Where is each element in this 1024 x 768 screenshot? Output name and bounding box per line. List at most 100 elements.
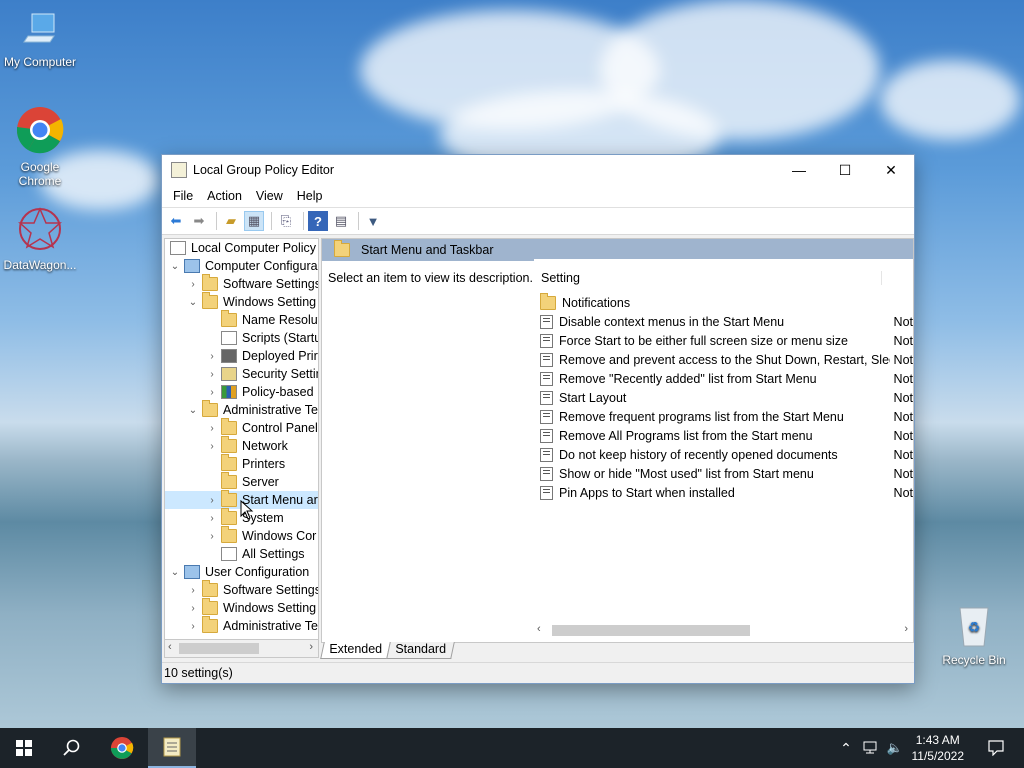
chevron-down-icon[interactable]: ⌄ — [169, 567, 181, 578]
network-icon[interactable] — [860, 728, 882, 768]
tab-standard[interactable]: Standard — [386, 642, 455, 659]
desktop-icon-datawagon[interactable]: DataWagon... — [0, 205, 80, 272]
scroll-right-icon[interactable]: › — [309, 641, 313, 653]
up-folder-icon[interactable]: ▰ — [221, 211, 241, 231]
notification-icon[interactable] — [976, 728, 1016, 768]
chevron-right-icon[interactable]: › — [187, 279, 199, 290]
column-header[interactable]: Setting — [534, 267, 913, 289]
windows-start-icon[interactable] — [0, 728, 48, 768]
chevron-down-icon[interactable]: ⌄ — [187, 297, 199, 308]
clock[interactable]: 1:43 AM 11/5/2022 — [912, 732, 965, 764]
tree-item[interactable]: › Windows Setting — [165, 598, 318, 617]
chevron-right-icon[interactable]: › — [206, 531, 218, 542]
list-item[interactable]: Remove and prevent access to the Shut Do… — [534, 350, 913, 369]
column-header-setting[interactable]: Setting — [534, 271, 882, 285]
chrome-icon[interactable] — [98, 728, 146, 768]
properties-icon[interactable]: ▤ — [331, 211, 351, 231]
clock-date: 11/5/2022 — [911, 749, 965, 763]
list-item[interactable]: Do not keep history of recently opened d… — [534, 445, 913, 464]
desktop-icon-recycle-bin[interactable]: ♻ Recycle Bin — [934, 600, 1014, 667]
tree-item[interactable]: › Control Panel — [165, 418, 318, 437]
export-list-icon[interactable]: ⎘ — [276, 211, 296, 231]
settings-list[interactable]: Setting Notifications Disable context me… — [534, 259, 913, 642]
chevron-down-icon[interactable]: ⌄ — [187, 405, 199, 416]
title-bar[interactable]: Local Group Policy Editor — ☐ ✕ — [162, 155, 914, 185]
scroll-thumb[interactable] — [179, 643, 259, 654]
minimize-button[interactable]: — — [776, 155, 822, 185]
forward-icon[interactable]: ➡ — [189, 211, 209, 231]
list-item[interactable]: Disable context menus in the Start Menu N… — [534, 312, 913, 331]
volume-icon[interactable]: 🔈 — [884, 728, 906, 768]
chevron-right-icon[interactable]: › — [206, 387, 218, 398]
chevron-right-icon[interactable]: › — [206, 423, 218, 434]
scroll-left-icon[interactable]: ‹ — [537, 623, 541, 635]
menu-file[interactable]: File — [166, 189, 200, 203]
tree-item[interactable]: Server — [165, 472, 318, 491]
list-item[interactable]: Show or hide "Most used" list from Start… — [534, 464, 913, 483]
scroll-left-icon[interactable]: ‹ — [168, 641, 172, 653]
chevron-down-icon[interactable]: ⌄ — [169, 261, 181, 272]
list-item[interactable]: Pin Apps to Start when installed Not — [534, 483, 913, 502]
scroll-right-icon[interactable]: › — [904, 623, 908, 635]
chevron-right-icon[interactable]: › — [206, 351, 218, 362]
tree-item[interactable]: All Settings — [165, 545, 318, 563]
tree-horizontal-scrollbar[interactable]: ‹ › — [164, 640, 319, 658]
chevron-right-icon[interactable]: › — [187, 585, 199, 596]
show-hide-tree-icon[interactable]: ▦ — [244, 211, 264, 231]
desktop-icon-chrome[interactable]: Google Chrome — [0, 105, 80, 188]
desktop-icon-label: Google Chrome — [18, 160, 62, 188]
list-item[interactable]: Force Start to be either full screen siz… — [534, 331, 913, 350]
svg-text:♻: ♻ — [968, 619, 981, 635]
list-item[interactable]: Remove frequent programs list from the S… — [534, 407, 913, 426]
desktop-icon-my-computer[interactable]: My Computer — [0, 10, 80, 69]
back-icon[interactable]: ⬅ — [166, 211, 186, 231]
status-bar: 10 setting(s) — [162, 662, 914, 683]
chevron-right-icon[interactable]: › — [187, 621, 199, 632]
maximize-button[interactable]: ☐ — [822, 155, 868, 185]
list-item[interactable]: Remove "Recently added" list from Start … — [534, 369, 913, 388]
menu-action[interactable]: Action — [200, 189, 249, 203]
tree-item[interactable]: › Network — [165, 436, 318, 455]
tree-item[interactable]: › Deployed Prir — [165, 347, 318, 365]
list-item[interactable]: Start Layout Not — [534, 388, 913, 407]
tree-item[interactable]: ⌄ Computer Configura — [165, 257, 318, 275]
tree-item[interactable]: Name Resolut — [165, 310, 318, 329]
tree-item[interactable]: Printers — [165, 454, 318, 473]
tree-item[interactable]: › Software Settings — [165, 274, 318, 293]
help-icon[interactable]: ? — [308, 211, 328, 231]
computer-icon — [184, 259, 200, 273]
tree-item[interactable]: Scripts (Startu — [165, 329, 318, 347]
tree-item[interactable]: › Administrative Te — [165, 616, 318, 635]
tree-item[interactable]: › Security Settin — [165, 365, 318, 383]
filter-icon[interactable]: ▼ — [363, 211, 383, 231]
folder-icon — [202, 580, 218, 597]
chevron-right-icon[interactable]: › — [206, 441, 218, 452]
tree-item[interactable]: ⌄ Administrative Te — [165, 400, 318, 419]
chevron-right-icon[interactable]: › — [206, 495, 218, 506]
tree-item[interactable]: ⌄ Windows Setting — [165, 292, 318, 311]
chevron-right-icon[interactable]: › — [206, 369, 218, 380]
list-item[interactable]: Notifications — [534, 292, 913, 312]
tree-item[interactable]: › Software Settings — [165, 580, 318, 599]
policy-icon — [170, 241, 186, 255]
scroll-thumb[interactable] — [552, 625, 750, 636]
tree-item[interactable]: ⌄ User Configuration — [165, 563, 318, 581]
chevron-right-icon[interactable]: › — [206, 513, 218, 524]
list-item[interactable]: Remove All Programs list from the Start … — [534, 426, 913, 445]
tree-item[interactable]: Local Computer Policy — [165, 239, 318, 257]
list-horizontal-scrollbar[interactable]: ‹ › — [534, 622, 913, 639]
close-button[interactable]: ✕ — [868, 155, 914, 185]
tab-extended[interactable]: Extended — [320, 642, 391, 659]
search-icon[interactable] — [48, 728, 96, 768]
tree-item[interactable]: › Windows Cor — [165, 526, 318, 545]
details-header-title: Start Menu and Taskbar — [361, 243, 494, 257]
navigation-tree[interactable]: Local Computer Policy ⌄ Computer Configur… — [164, 238, 319, 640]
chevron-right-icon[interactable]: › — [187, 603, 199, 614]
chevron-up-icon[interactable]: ⌃ — [836, 728, 856, 768]
view-tabs: Extended Standard — [320, 642, 455, 660]
menu-view[interactable]: View — [249, 189, 290, 203]
menu-help[interactable]: Help — [290, 189, 330, 203]
folder-icon — [221, 526, 237, 543]
policy-editor-icon[interactable] — [148, 728, 196, 768]
tree-item[interactable]: › Policy-based — [165, 383, 318, 401]
